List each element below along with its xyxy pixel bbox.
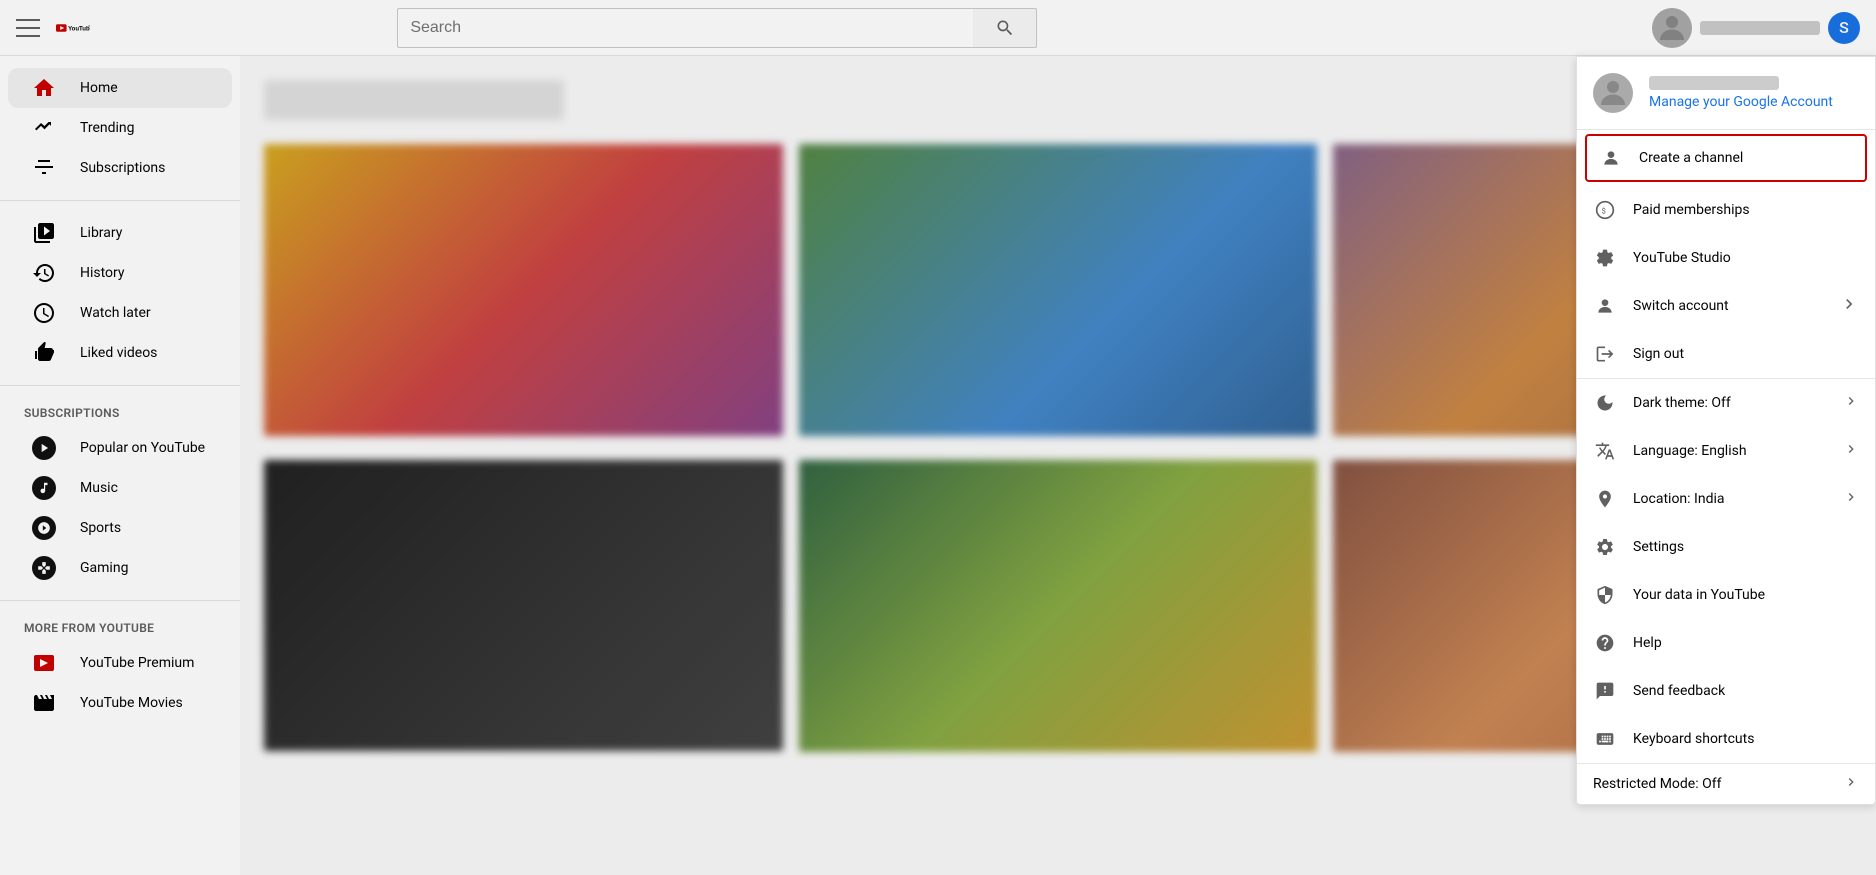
help-icon bbox=[1593, 631, 1617, 655]
dark-theme-icon bbox=[1593, 391, 1617, 415]
dark-theme-chevron bbox=[1843, 393, 1859, 413]
location-icon bbox=[1593, 487, 1617, 511]
youtube-studio-item[interactable]: YouTube Studio bbox=[1577, 234, 1875, 282]
keyboard-shortcuts-item[interactable]: Keyboard shortcuts bbox=[1577, 715, 1875, 763]
language-item[interactable]: Language: English bbox=[1577, 427, 1875, 475]
location-item[interactable]: Location: India bbox=[1577, 475, 1875, 523]
sign-out-icon bbox=[1593, 342, 1617, 366]
sign-out-label: Sign out bbox=[1633, 346, 1859, 362]
help-label: Help bbox=[1633, 635, 1662, 651]
dropdown-header: Manage your Google Account bbox=[1577, 57, 1875, 129]
create-channel-item[interactable]: Create a channel bbox=[1585, 134, 1867, 182]
account-dropdown: Manage your Google Account Create a chan… bbox=[1576, 56, 1876, 805]
location-label: Location: India bbox=[1633, 491, 1725, 507]
create-channel-icon bbox=[1599, 146, 1623, 170]
language-label: Language: English bbox=[1633, 443, 1747, 459]
dark-theme-label: Dark theme: Off bbox=[1633, 395, 1731, 411]
keyboard-shortcuts-label: Keyboard shortcuts bbox=[1633, 731, 1754, 747]
dropdown-divider-1 bbox=[1577, 129, 1875, 130]
language-chevron bbox=[1843, 441, 1859, 461]
keyboard-shortcuts-icon bbox=[1593, 727, 1617, 751]
switch-account-chevron bbox=[1839, 294, 1859, 318]
dropdown-avatar bbox=[1593, 73, 1633, 113]
manage-account-link[interactable]: Manage your Google Account bbox=[1649, 94, 1833, 110]
your-data-label: Your data in YouTube bbox=[1633, 587, 1765, 603]
dropdown-username-blur bbox=[1649, 76, 1779, 90]
youtube-studio-icon bbox=[1593, 246, 1617, 270]
restricted-mode-label: Restricted Mode: Off bbox=[1593, 776, 1721, 792]
restricted-mode-item[interactable]: Restricted Mode: Off bbox=[1577, 763, 1875, 804]
create-channel-label: Create a channel bbox=[1639, 150, 1853, 166]
send-feedback-icon bbox=[1593, 679, 1617, 703]
language-icon bbox=[1593, 439, 1617, 463]
location-chevron bbox=[1843, 489, 1859, 509]
help-item[interactable]: Help bbox=[1577, 619, 1875, 667]
your-data-item[interactable]: Your data in YouTube bbox=[1577, 571, 1875, 619]
your-data-icon bbox=[1593, 583, 1617, 607]
settings-label: Settings bbox=[1633, 539, 1684, 555]
paid-memberships-label: Paid memberships bbox=[1633, 202, 1859, 218]
paid-memberships-icon: $ bbox=[1593, 198, 1617, 222]
settings-item[interactable]: Settings bbox=[1577, 523, 1875, 571]
dropdown-user-info: Manage your Google Account bbox=[1649, 76, 1859, 110]
switch-account-label: Switch account bbox=[1633, 298, 1823, 314]
dark-theme-item[interactable]: Dark theme: Off bbox=[1577, 379, 1875, 427]
settings-icon bbox=[1593, 535, 1617, 559]
send-feedback-label: Send feedback bbox=[1633, 683, 1725, 699]
switch-account-item[interactable]: Switch account bbox=[1577, 282, 1875, 330]
switch-account-icon bbox=[1593, 294, 1617, 318]
send-feedback-item[interactable]: Send feedback bbox=[1577, 667, 1875, 715]
svg-text:$: $ bbox=[1602, 206, 1606, 215]
youtube-studio-label: YouTube Studio bbox=[1633, 250, 1859, 266]
paid-memberships-item[interactable]: $ Paid memberships bbox=[1577, 186, 1875, 234]
sign-out-item[interactable]: Sign out bbox=[1577, 330, 1875, 378]
restricted-mode-chevron bbox=[1843, 774, 1859, 794]
